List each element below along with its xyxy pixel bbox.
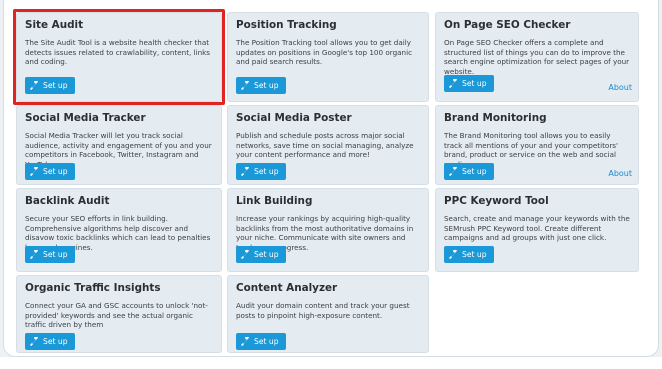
tool-card-social-media-tracker: Social Media Tracker Social Media Tracke… (16, 105, 222, 185)
wrench-icon (241, 167, 250, 176)
card-description: On Page SEO Checker offers a complete an… (444, 38, 630, 76)
about-link[interactable]: About (608, 83, 632, 92)
setup-label: Set up (43, 250, 68, 259)
wrench-icon (449, 167, 458, 176)
site-audit-setup-button[interactable]: Set up (25, 77, 75, 94)
backlink-audit-setup-button[interactable]: Set up (25, 246, 75, 263)
wrench-icon (241, 337, 250, 346)
setup-label: Set up (462, 250, 487, 259)
card-title: Backlink Audit (25, 195, 110, 207)
card-title: Social Media Poster (236, 112, 352, 124)
page-bottom (0, 357, 662, 369)
wrench-icon (30, 337, 39, 346)
card-description: Search, create and manage your keywords … (444, 214, 630, 243)
card-title: Brand Monitoring (444, 112, 547, 124)
card-title: Link Building (236, 195, 313, 207)
setup-label: Set up (43, 167, 68, 176)
card-description: Publish and schedule posts across major … (236, 131, 414, 160)
wrench-icon (30, 167, 39, 176)
wrench-icon (449, 79, 458, 88)
social-media-poster-setup-button[interactable]: Set up (236, 163, 286, 180)
tool-card-backlink-audit: Backlink Audit Secure your SEO efforts i… (16, 188, 222, 272)
tool-card-site-audit: Site Audit The Site Audit Tool is a webs… (16, 12, 222, 102)
social-media-tracker-setup-button[interactable]: Set up (25, 163, 75, 180)
organic-traffic-insights-setup-button[interactable]: Set up (25, 333, 75, 350)
card-description: Connect your GA and GSC accounts to unlo… (25, 301, 208, 330)
setup-label: Set up (254, 81, 279, 90)
setup-label: Set up (462, 79, 487, 88)
card-title: On Page SEO Checker (444, 19, 571, 31)
card-title: Organic Traffic Insights (25, 282, 161, 294)
wrench-icon (241, 81, 250, 90)
tool-card-content-analyzer: Content Analyzer Audit your domain conte… (227, 275, 429, 353)
setup-label: Set up (254, 167, 279, 176)
card-title: Position Tracking (236, 19, 337, 31)
tool-card-organic-traffic-insights: Organic Traffic Insights Connect your GA… (16, 275, 222, 353)
wrench-icon (30, 81, 39, 90)
position-tracking-setup-button[interactable]: Set up (236, 77, 286, 94)
ppc-keyword-tool-setup-button[interactable]: Set up (444, 246, 494, 263)
tool-card-brand-monitoring: Brand Monitoring The Brand Monitoring to… (435, 105, 639, 185)
tool-card-link-building: Link Building Increase your rankings by … (227, 188, 429, 272)
wrench-icon (241, 250, 250, 259)
setup-label: Set up (43, 81, 68, 90)
tool-card-position-tracking: Position Tracking The Position Tracking … (227, 12, 429, 102)
setup-label: Set up (462, 167, 487, 176)
card-title: Social Media Tracker (25, 112, 146, 124)
setup-label: Set up (254, 337, 279, 346)
tool-card-ppc-keyword-tool: PPC Keyword Tool Search, create and mana… (435, 188, 639, 272)
wrench-icon (30, 250, 39, 259)
setup-label: Set up (43, 337, 68, 346)
card-title: Site Audit (25, 19, 84, 31)
card-description: The Site Audit Tool is a website health … (25, 38, 211, 67)
about-link[interactable]: About (608, 169, 632, 178)
on-page-seo-checker-setup-button[interactable]: Set up (444, 75, 494, 92)
link-building-setup-button[interactable]: Set up (236, 246, 286, 263)
brand-monitoring-setup-button[interactable]: Set up (444, 163, 494, 180)
tool-card-social-media-poster: Social Media Poster Publish and schedule… (227, 105, 429, 185)
card-description: Audit your domain content and track your… (236, 301, 410, 320)
card-description: The Position Tracking tool allows you to… (236, 38, 413, 67)
content-analyzer-setup-button[interactable]: Set up (236, 333, 286, 350)
setup-label: Set up (254, 250, 279, 259)
card-title: Content Analyzer (236, 282, 338, 294)
wrench-icon (449, 250, 458, 259)
tool-card-on-page-seo-checker: On Page SEO Checker On Page SEO Checker … (435, 12, 639, 102)
card-title: PPC Keyword Tool (444, 195, 549, 207)
